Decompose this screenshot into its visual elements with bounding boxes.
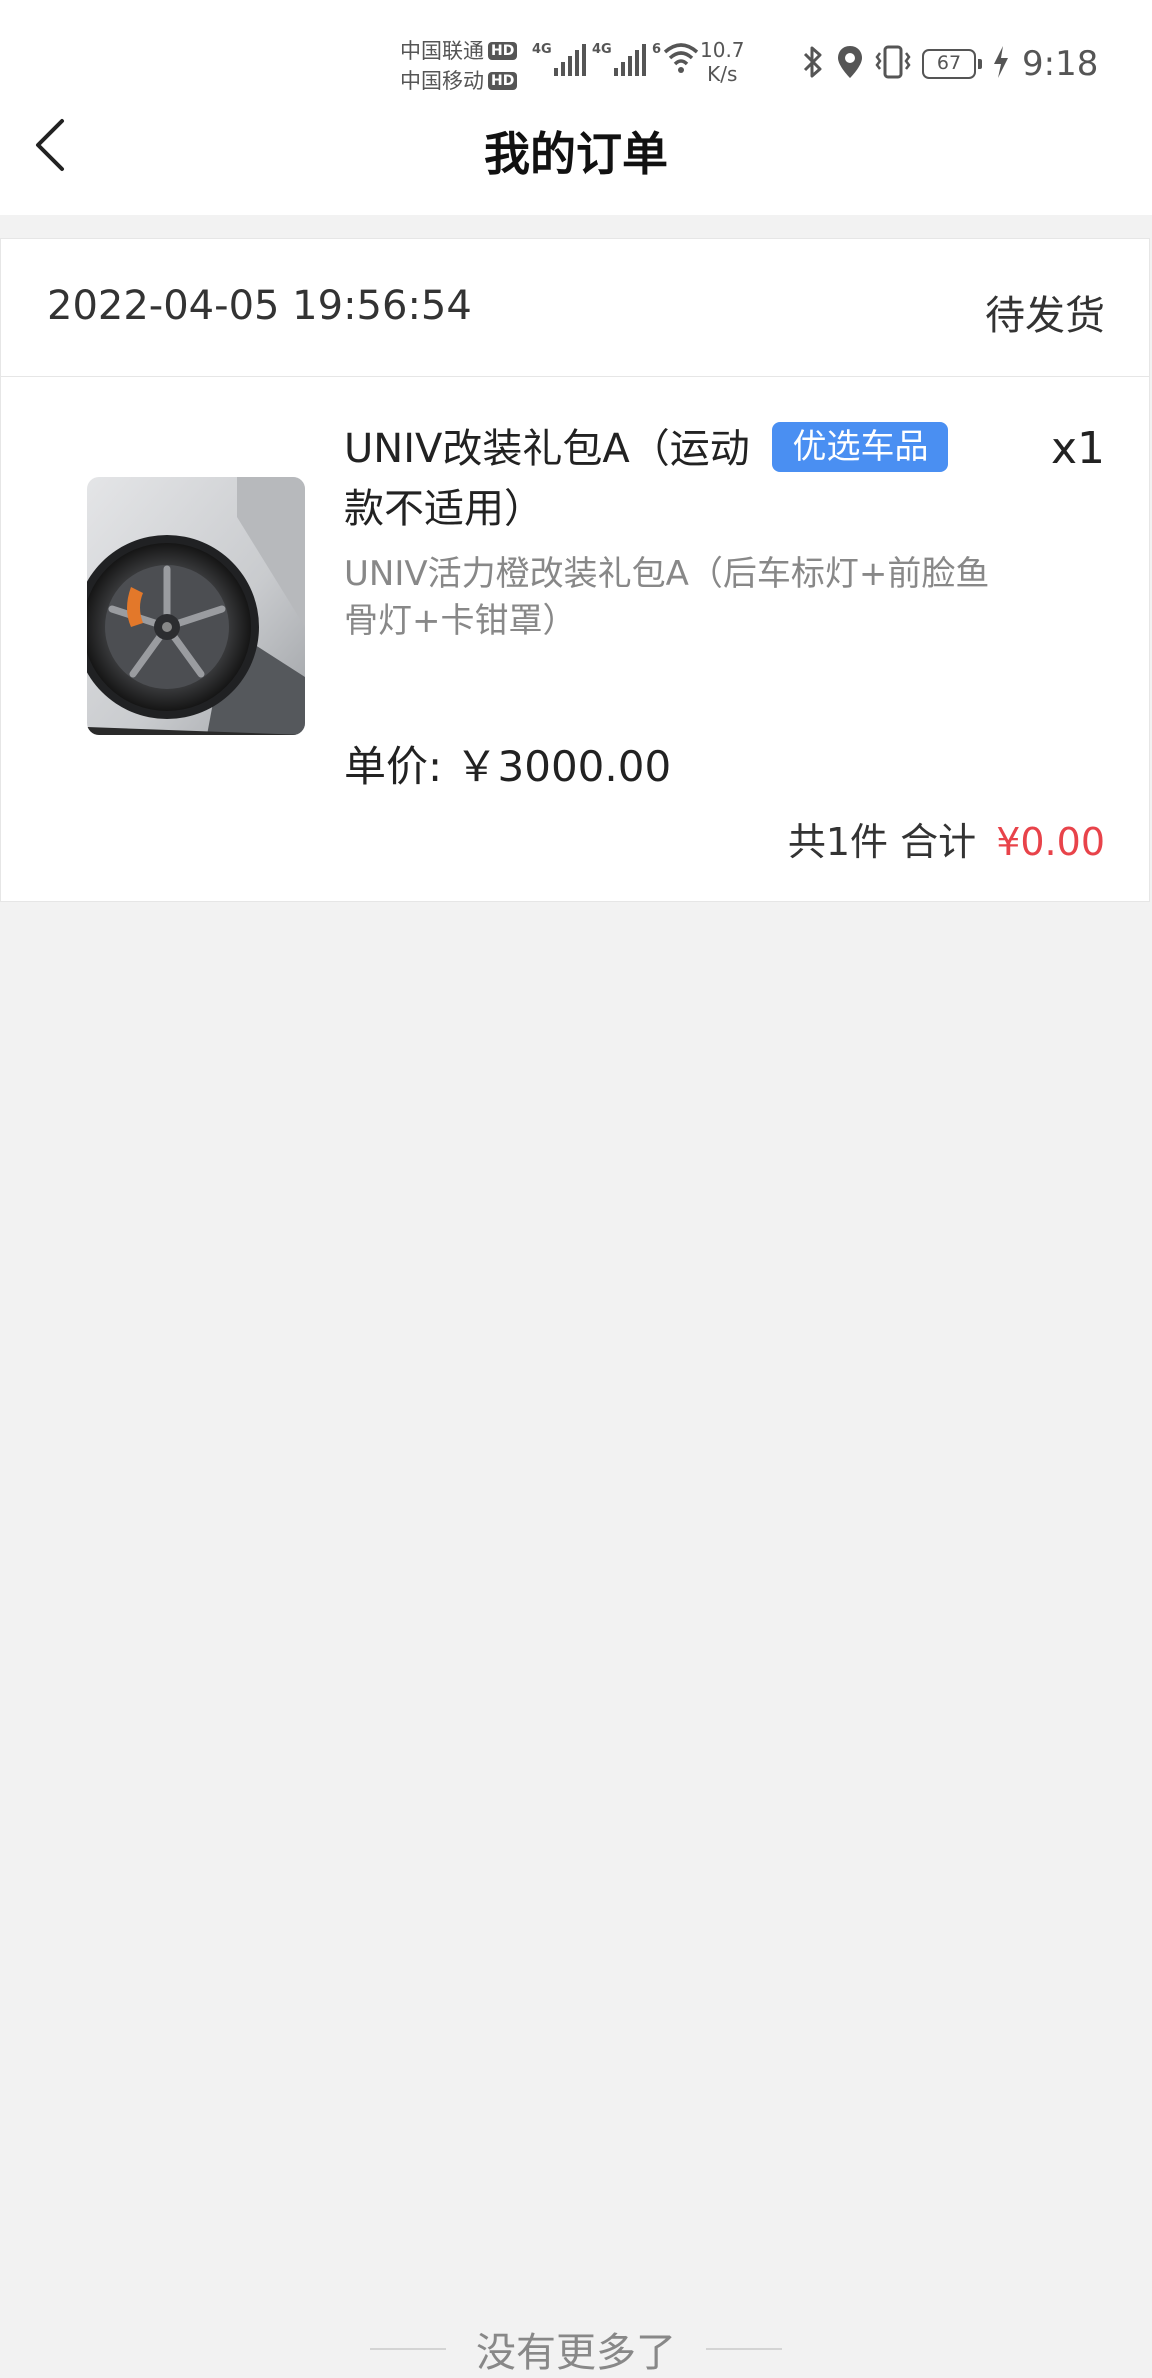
order-summary: 共1件 合计 ¥0.00 xyxy=(788,811,1105,866)
page-title: 我的订单 xyxy=(484,127,668,181)
hd-badge: HD xyxy=(488,72,518,90)
wifi-icon: 6 xyxy=(652,42,699,74)
net-speed-value: 10.7 xyxy=(700,38,745,62)
clock: 9:18 xyxy=(1022,44,1099,84)
product-name-line-2: 款不适用） xyxy=(344,486,544,532)
carrier-1: 中国联通 xyxy=(400,39,484,63)
bluetooth-icon xyxy=(800,44,826,84)
order-header: 2022-04-05 19:56:54 待发货 xyxy=(1,239,1149,377)
net-type-label: 4G xyxy=(532,42,552,57)
hd-badge: HD xyxy=(488,42,518,60)
order-time: 2022-04-05 19:56:54 xyxy=(47,283,472,329)
status-icons: 67 9:18 xyxy=(800,44,1098,84)
charging-icon xyxy=(992,45,1010,83)
net-speed-unit: K/s xyxy=(707,62,738,86)
carrier-2: 中国移动 xyxy=(400,69,484,93)
order-status: 待发货 xyxy=(985,293,1105,339)
product-description: UNIV活力橙改装礼包A（后车标灯+前脸鱼骨灯+卡钳罩） xyxy=(344,554,990,641)
product-name-line-1: UNIV改装礼包A（运动 xyxy=(344,426,750,472)
wifi-label: 6 xyxy=(652,42,662,57)
no-more-text: 没有更多了 xyxy=(476,2330,676,2376)
net-type-label: 4G xyxy=(592,42,612,57)
product-name[interactable]: UNIV改装礼包A（运动 优选车品 款不适用） xyxy=(344,419,984,539)
summary-count: 共1件 合计 xyxy=(787,820,977,864)
carrier-info: 中国联通 HD 中国移动 HD xyxy=(400,36,518,96)
product-image[interactable] xyxy=(87,477,305,735)
vibrate-icon xyxy=(874,44,912,84)
summary-amount: ¥0.00 xyxy=(996,820,1105,864)
battery-icon: 67 xyxy=(922,49,982,79)
location-icon xyxy=(836,44,864,84)
title-bar: 我的订单 xyxy=(0,110,1152,215)
order-card[interactable]: 2022-04-05 19:56:54 待发货 UNIV改装礼包A（运动 优选车… xyxy=(0,238,1150,902)
signal-icon: 4G xyxy=(592,42,646,76)
signal-icon: 4G xyxy=(532,42,586,76)
divider-line xyxy=(706,2348,782,2350)
no-more-indicator: 没有更多了 xyxy=(0,2320,1152,2378)
featured-tag: 优选车品 xyxy=(772,422,949,472)
unit-price: 单价: ￥3000.00 xyxy=(344,742,672,791)
product-quantity: x1 xyxy=(1050,423,1105,474)
divider-line xyxy=(370,2348,446,2350)
status-bar: 中国联通 HD 中国移动 HD 4G 4G 6 10.7 K/s 67 9:18 xyxy=(0,0,1152,110)
net-speed: 10.7 K/s xyxy=(700,38,745,86)
